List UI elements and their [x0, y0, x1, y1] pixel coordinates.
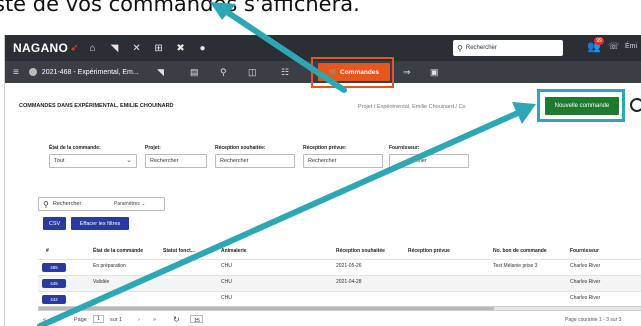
- reception-souhaitee-input[interactable]: Rechercher: [215, 154, 295, 168]
- project-icon: [28, 68, 37, 76]
- col-header-souhaitee[interactable]: Réception souhaitée: [336, 248, 385, 254]
- scrollbar-thumb[interactable]: [39, 307, 494, 310]
- cart-icon: 🛒: [328, 69, 338, 76]
- reception-prevue-input[interactable]: Rechercher: [303, 154, 383, 168]
- col-header-etat[interactable]: État de la commande: [93, 248, 143, 254]
- cell-animalerie: CHU: [221, 295, 232, 301]
- order-id-badge[interactable]: 442: [42, 295, 66, 304]
- page-title: COMMANDES DANS EXPÉRIMENTAL, EMILIE CHOU…: [19, 103, 174, 109]
- cross-icon[interactable]: ✕: [129, 43, 145, 54]
- filters-panel: État de la commande: Tout ⌄ Projet: Rech…: [5, 145, 641, 185]
- cell-fournisseur: Charles River: [570, 295, 601, 301]
- app-screenshot: NAGANO ➶ ⌂ ◥ ✕ ⊞ ✖ ● ⚲ Rechercher 👥 99 ☏…: [4, 35, 641, 326]
- table-row[interactable]: 485 En préparation CHU 2021-05-26 Test M…: [38, 259, 641, 275]
- window-icon[interactable]: ◫: [248, 67, 257, 78]
- hamburger-menu-icon[interactable]: ≡: [13, 67, 19, 78]
- pointer-icon[interactable]: ◥: [107, 43, 123, 54]
- global-search-input[interactable]: ⚲ Rechercher: [453, 40, 563, 56]
- new-order-button[interactable]: Nouvelle commande: [545, 97, 619, 115]
- page-label: Page: [74, 317, 87, 323]
- etat-label: État de la commande:: [49, 145, 101, 151]
- table-search-input[interactable]: ⚲ Rechercher Paramètres ⌄: [38, 197, 165, 211]
- col-header-id[interactable]: #: [46, 248, 49, 254]
- prev-page-icon[interactable]: ‹: [60, 317, 62, 323]
- parameters-dropdown[interactable]: Paramètres ⌄: [114, 201, 145, 207]
- cell-animalerie: CHU: [221, 279, 232, 285]
- horizontal-scrollbar[interactable]: [38, 306, 641, 311]
- col-header-statut[interactable]: Statut fonct...: [163, 248, 195, 254]
- app-logo: NAGANO: [13, 41, 69, 55]
- settings-icon[interactable]: ●: [195, 43, 211, 54]
- last-page-icon[interactable]: »: [153, 317, 156, 323]
- reception-prevue-label: Réception prévue:: [303, 145, 347, 151]
- logo-swoosh-icon: ➶: [70, 42, 79, 54]
- order-id-badge[interactable]: 445: [42, 279, 66, 288]
- first-page-icon[interactable]: «: [43, 317, 46, 323]
- cell-souhaitee: 2021-04-28: [336, 279, 362, 285]
- cell-bon: Test Mélanie prise 3: [493, 263, 538, 269]
- next-page-icon[interactable]: ›: [138, 317, 140, 323]
- pagination: « ‹ Page 1 sur 1 › » ↻ 15 ⌄: [38, 315, 338, 326]
- fournisseur-label: Fournisseur:: [389, 145, 420, 151]
- col-header-animalerie[interactable]: Animalerie: [221, 248, 247, 254]
- location-icon[interactable]: ⚲: [220, 67, 227, 78]
- refresh-icon[interactable]: ↻: [173, 315, 180, 324]
- pointer-tool-icon[interactable]: ◥: [157, 67, 164, 78]
- help-circle-icon[interactable]: [630, 98, 641, 112]
- fournisseur-input[interactable]: cher: [389, 154, 469, 168]
- cell-souhaitee: 2021-05-26: [336, 263, 362, 269]
- search-icon: ⚲: [457, 43, 463, 53]
- commandes-button[interactable]: 🛒 Commandes: [318, 63, 390, 81]
- table-row[interactable]: 442 CHU Charles River: [38, 291, 641, 307]
- clear-filters-button[interactable]: Effacer les filtres: [71, 217, 129, 230]
- reception-souhaitee-label: Réception souhaitée:: [215, 145, 266, 151]
- project-selector[interactable]: 2021-468 - Expérimental, Em...: [28, 68, 139, 76]
- projet-label: Projet:: [145, 145, 161, 151]
- breadcrumb[interactable]: Projet / Expérimental, Emilie Chouinard …: [358, 104, 466, 110]
- cell-etat: En préparation: [93, 263, 126, 269]
- tools-icon[interactable]: ✖: [173, 43, 189, 54]
- cell-fournisseur: Charles River: [570, 279, 601, 285]
- user-menu[interactable]: Émi: [625, 43, 637, 50]
- etat-select[interactable]: Tout ⌄: [49, 154, 137, 168]
- page-number-input[interactable]: 1: [93, 315, 105, 323]
- home-icon[interactable]: ⌂: [85, 43, 101, 54]
- search-icon: ⚲: [43, 199, 49, 209]
- list-icon[interactable]: ☷: [281, 67, 289, 78]
- page-of-label: sur 1: [110, 317, 123, 323]
- page-count-label: Page courante 1 - 3 sur 3: [565, 317, 622, 323]
- chat-icon[interactable]: ☏: [608, 41, 619, 52]
- chevron-down-icon: ⌄: [126, 157, 132, 164]
- col-header-bon[interactable]: No. bon de commande: [493, 248, 547, 254]
- projet-input[interactable]: Rechercher: [145, 154, 207, 168]
- table-header: # État de la commande Statut fonct... An…: [38, 245, 641, 259]
- caption-text: ste de vos commandes s'affichera.: [0, 0, 641, 30]
- calendar-icon[interactable]: ▤: [190, 67, 199, 78]
- col-header-prevue[interactable]: Réception prévue: [408, 248, 450, 254]
- table-row[interactable]: 445 Validée CHU 2021-04-28 Charles River: [38, 275, 641, 291]
- order-id-badge[interactable]: 485: [42, 263, 66, 272]
- box-icon[interactable]: ▣: [430, 67, 439, 78]
- csv-button[interactable]: CSV: [43, 217, 66, 230]
- page-size-select[interactable]: 15 ⌄: [190, 315, 203, 324]
- arrow-right-icon[interactable]: ⇒: [403, 67, 411, 78]
- notification-badge: 99: [594, 37, 604, 45]
- col-header-fournisseur[interactable]: Fournisseur: [570, 248, 599, 254]
- cell-fournisseur: Charles River: [570, 263, 601, 269]
- cell-etat: Validée: [93, 279, 110, 285]
- grid-icon[interactable]: ⊞: [151, 43, 167, 54]
- cell-animalerie: CHU: [221, 263, 232, 269]
